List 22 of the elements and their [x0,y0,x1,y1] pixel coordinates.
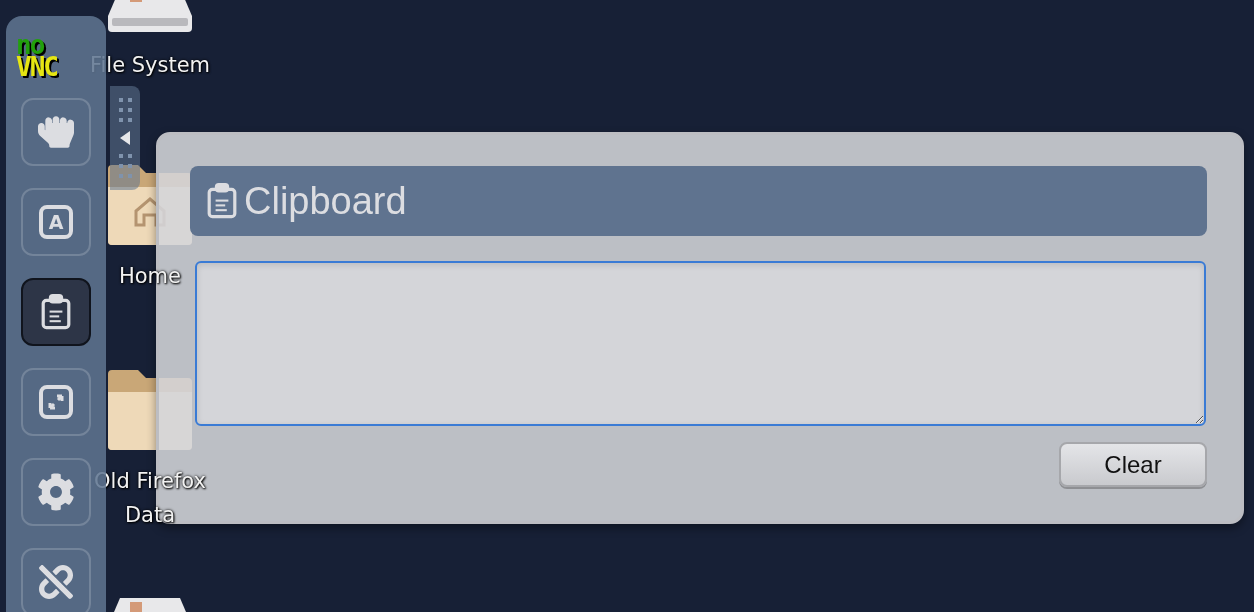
logo: no VNC [16,34,57,78]
control-bar-handle[interactable] [110,86,140,190]
clipboard-icon [40,294,72,330]
fullscreen-icon [38,384,74,420]
clipboard-text-field[interactable] [195,261,1206,426]
keyboard-button[interactable]: A [21,188,91,256]
grip-icon [118,97,132,123]
broken-link-icon [39,565,73,599]
settings-button[interactable] [21,458,91,526]
fist-icon [38,114,74,150]
disconnect-button[interactable] [21,548,91,612]
clipboard-button[interactable] [21,278,91,346]
fullscreen-button[interactable] [21,368,91,436]
collapse-arrow-icon [120,131,130,145]
drag-button[interactable] [21,98,91,166]
clear-button[interactable]: Clear [1059,442,1207,487]
gear-icon [37,473,75,511]
panel-title: Clipboard [244,179,407,223]
clipboard-icon [206,183,238,219]
keyboard-icon: A [38,204,74,240]
drive-icon [106,0,194,34]
grip-icon [118,153,132,179]
